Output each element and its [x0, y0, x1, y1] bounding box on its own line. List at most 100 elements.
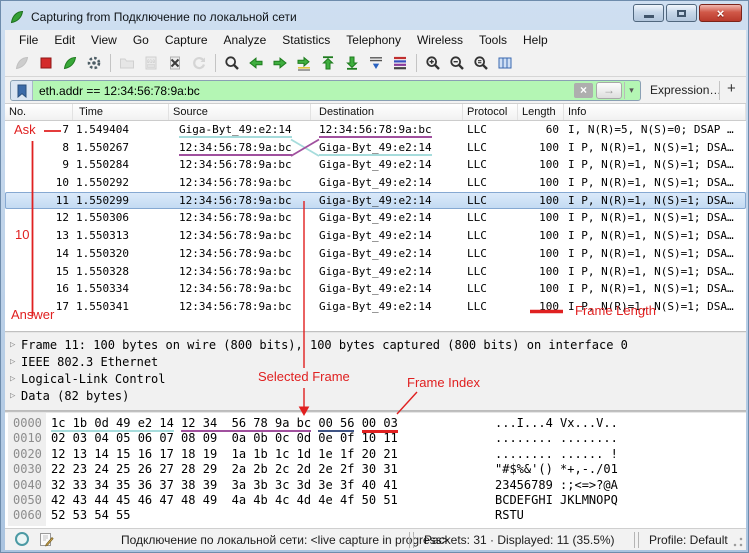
- hex-bytes: 1c 1b 0d 49 e2 14 12 34 56 78 9a bc 00 5…: [51, 416, 398, 431]
- menu-analyze[interactable]: Analyze: [216, 31, 275, 49]
- packet-row[interactable]: 131.55031312:34:56:78:9a:bcGiga-Byt_49:e…: [5, 227, 746, 245]
- expander-icon[interactable]: ▷: [10, 371, 15, 388]
- menu-capture[interactable]: Capture: [157, 31, 216, 49]
- cell-time: 1.550306: [73, 209, 169, 227]
- cell-info: I P, N(R)=1, N(S)=1; DSA…: [564, 245, 746, 263]
- cell-destination: 12:34:56:78:9a:bc: [311, 121, 463, 139]
- packet-row[interactable]: 171.55034112:34:56:78:9a:bcGiga-Byt_49:e…: [5, 298, 746, 316]
- expander-icon[interactable]: ▷: [10, 388, 15, 405]
- zoom-original-icon[interactable]: [469, 51, 493, 75]
- detail-row[interactable]: ▷Data (82 bytes): [5, 388, 746, 405]
- go-to-packet-icon[interactable]: [292, 51, 316, 75]
- cell-info: I, N(R)=5, N(S)=0; DSAP …: [564, 121, 746, 139]
- display-filter-input[interactable]: eth.addr == 12:34:56:78:9a:bc × → ▾: [10, 80, 641, 101]
- save-file-icon: 010: [139, 51, 163, 75]
- packet-row[interactable]: 71.549404Giga-Byt_49:e2:1412:34:56:78:9a…: [5, 121, 746, 139]
- cell-info: I P, N(R)=1, N(S)=1; DSA…: [564, 139, 746, 157]
- menu-tools[interactable]: Tools: [471, 31, 515, 49]
- column-header-no[interactable]: No.: [5, 104, 73, 120]
- colorize-icon[interactable]: [388, 51, 412, 75]
- detail-row[interactable]: ▷Frame 11: 100 bytes on wire (800 bits),…: [5, 337, 746, 354]
- go-last-icon[interactable]: [340, 51, 364, 75]
- hex-bytes: 02 03 04 05 06 07 08 09 0a 0b 0c 0d 0e 0…: [51, 431, 398, 446]
- capture-options-icon[interactable]: [82, 51, 106, 75]
- filter-dropdown-caret[interactable]: ▾: [624, 82, 638, 99]
- stop-capture-icon[interactable]: [34, 51, 58, 75]
- cell-info: I P, N(R)=1, N(S)=1; DSA…: [564, 227, 746, 245]
- packet-row[interactable]: 151.55032812:34:56:78:9a:bcGiga-Byt_49:e…: [5, 263, 746, 281]
- resize-columns-icon[interactable]: [493, 51, 517, 75]
- maximize-button[interactable]: [666, 4, 697, 22]
- packet-row[interactable]: 121.55030612:34:56:78:9a:bcGiga-Byt_49:e…: [5, 209, 746, 227]
- filter-apply-button[interactable]: →: [596, 82, 622, 99]
- go-first-icon[interactable]: [316, 51, 340, 75]
- close-button[interactable]: ×: [699, 4, 742, 22]
- go-back-icon[interactable]: [244, 51, 268, 75]
- cell-protocol: LLC: [463, 121, 518, 139]
- expert-info-icon[interactable]: [15, 532, 29, 546]
- menu-go[interactable]: Go: [125, 31, 157, 49]
- detail-row[interactable]: ▷Logical-Link Control: [5, 371, 746, 388]
- cell-destination: Giga-Byt_49:e2:14: [311, 174, 463, 192]
- menu-view[interactable]: View: [83, 31, 125, 49]
- close-file-icon[interactable]: [163, 51, 187, 75]
- packet-row[interactable]: 141.55032012:34:56:78:9a:bcGiga-Byt_49:e…: [5, 245, 746, 263]
- expander-icon[interactable]: ▷: [10, 337, 15, 354]
- hex-row[interactable]: 005042 43 44 45 46 47 48 49 4a 4b 4c 4d …: [5, 493, 746, 508]
- find-packet-icon[interactable]: [220, 51, 244, 75]
- packet-row[interactable]: 161.55033412:34:56:78:9a:bcGiga-Byt_49:e…: [5, 280, 746, 298]
- packet-counts-text: Packets: 31 · Displayed: 11 (35.5%): [424, 533, 615, 547]
- cell-source: 12:34:56:78:9a:bc: [169, 280, 311, 298]
- menu-file[interactable]: File: [11, 31, 46, 49]
- menu-statistics[interactable]: Statistics: [274, 31, 338, 49]
- cell-time: 1.550292: [73, 174, 169, 192]
- title-bar[interactable]: Capturing from Подключение по локальной …: [5, 4, 744, 29]
- menu-wireless[interactable]: Wireless: [409, 31, 471, 49]
- column-header-source[interactable]: Source: [169, 104, 311, 120]
- wireshark-window: Capturing from Подключение по локальной …: [0, 0, 749, 553]
- hex-row[interactable]: 003022 23 24 25 26 27 28 29 2a 2b 2c 2d …: [5, 462, 746, 477]
- column-header-time[interactable]: Time: [73, 104, 169, 120]
- column-header-info[interactable]: Info: [564, 104, 746, 120]
- hex-offset: 0030: [13, 462, 42, 477]
- hex-row[interactable]: 001002 03 04 05 06 07 08 09 0a 0b 0c 0d …: [5, 431, 746, 446]
- capture-comment-icon[interactable]: [39, 532, 54, 550]
- packet-row[interactable]: 101.55029212:34:56:78:9a:bcGiga-Byt_49:e…: [5, 174, 746, 192]
- add-filter-button[interactable]: +: [727, 80, 736, 97]
- filter-bookmark-icon[interactable]: [11, 81, 33, 100]
- menu-help[interactable]: Help: [515, 31, 556, 49]
- expander-icon[interactable]: ▷: [10, 354, 15, 371]
- cell-protocol: LLC: [463, 298, 518, 316]
- hex-row[interactable]: 006052 53 54 55RSTU: [5, 508, 746, 523]
- hex-row[interactable]: 002012 13 14 15 16 17 18 19 1a 1b 1c 1d …: [5, 447, 746, 462]
- filter-value[interactable]: eth.addr == 12:34:56:78:9a:bc: [33, 84, 574, 98]
- packet-row[interactable]: 81.55026712:34:56:78:9a:bcGiga-Byt_49:e2…: [5, 139, 746, 157]
- packet-row[interactable]: 91.55028412:34:56:78:9a:bcGiga-Byt_49:e2…: [5, 156, 746, 174]
- resize-grip[interactable]: [732, 536, 744, 548]
- packet-row[interactable]: 111.55029912:34:56:78:9a:bcGiga-Byt_49:e…: [5, 192, 746, 210]
- minimize-button[interactable]: [633, 4, 664, 22]
- column-header-length[interactable]: Length: [518, 104, 564, 120]
- profile-text[interactable]: Profile: Default: [649, 533, 728, 547]
- hex-row[interactable]: 004032 33 34 35 36 37 38 39 3a 3b 3c 3d …: [5, 478, 746, 493]
- go-forward-icon[interactable]: [268, 51, 292, 75]
- detail-row[interactable]: ▷IEEE 802.3 Ethernet: [5, 354, 746, 371]
- reload-file-icon: [187, 51, 211, 75]
- filter-clear-button[interactable]: ×: [574, 83, 593, 98]
- cell-time: 1.550267: [73, 139, 169, 157]
- restart-capture-icon[interactable]: [58, 51, 82, 75]
- hex-row[interactable]: 00001c 1b 0d 49 e2 14 12 34 56 78 9a bc …: [5, 416, 746, 431]
- zoom-in-icon[interactable]: [421, 51, 445, 75]
- expression-button[interactable]: Expression…: [650, 83, 721, 97]
- menu-edit[interactable]: Edit: [46, 31, 83, 49]
- menu-telephony[interactable]: Telephony: [338, 31, 409, 49]
- cell-time: 1.550313: [73, 227, 169, 245]
- cell-source: 12:34:56:78:9a:bc: [169, 209, 311, 227]
- column-header-protocol[interactable]: Protocol: [463, 104, 518, 120]
- column-header-destination[interactable]: Destination: [311, 104, 463, 120]
- hex-ascii: ........ ...... !: [495, 447, 618, 462]
- cell-destination: Giga-Byt_49:e2:14: [311, 298, 463, 316]
- cell-destination: Giga-Byt_49:e2:14: [311, 192, 463, 210]
- auto-scroll-icon[interactable]: [364, 51, 388, 75]
- zoom-out-icon[interactable]: [445, 51, 469, 75]
